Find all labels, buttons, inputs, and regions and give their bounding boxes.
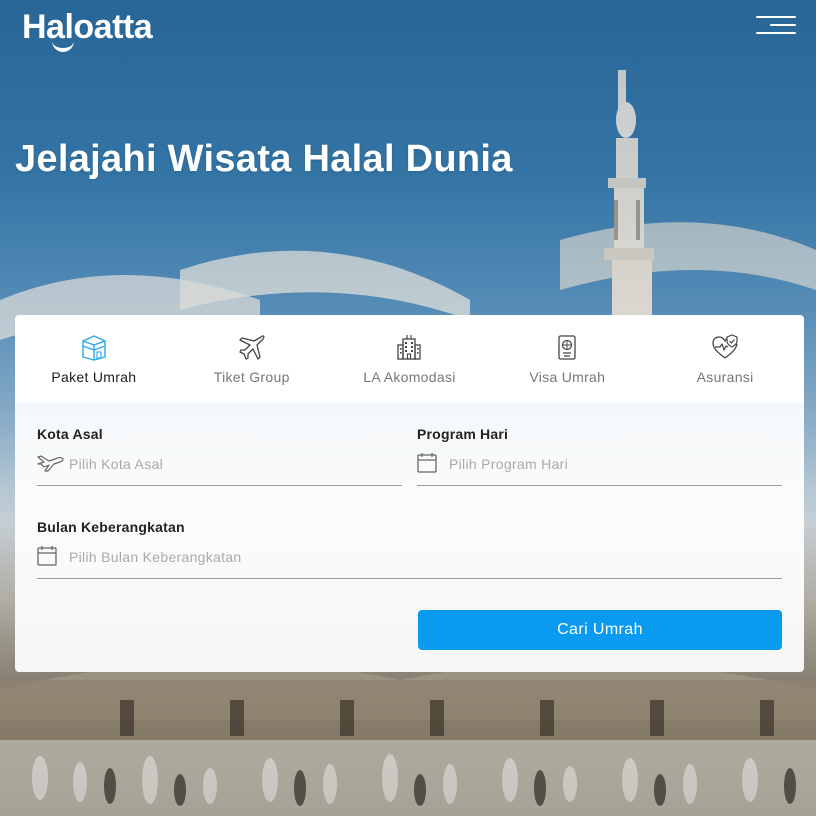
tab-la-akomodasi[interactable]: LA Akomodasi <box>331 315 489 403</box>
month-row <box>37 541 782 579</box>
tab-label: LA Akomodasi <box>363 369 456 385</box>
month-input[interactable] <box>67 545 782 569</box>
service-tabs: Paket Umrah Tiket Group LA Akomodasi Vis… <box>15 315 804 403</box>
brand-logo-text: Haloatta <box>22 8 153 46</box>
airplane-icon <box>239 335 265 360</box>
origin-input[interactable] <box>67 452 402 476</box>
origin-field: Kota Asal <box>37 426 402 486</box>
calendar-icon <box>417 453 437 473</box>
logo-smile-mark <box>52 38 74 52</box>
origin-label: Kota Asal <box>37 426 103 442</box>
hamburger-menu-button[interactable] <box>752 12 798 40</box>
tab-visa-umrah[interactable]: Visa Umrah <box>488 315 646 403</box>
search-umrah-button[interactable]: Cari Umrah <box>418 610 782 650</box>
passport-icon <box>558 335 576 360</box>
hamburger-line <box>756 32 796 34</box>
month-label: Bulan Keberangkatan <box>37 519 185 535</box>
hotel-building-icon <box>397 335 422 360</box>
origin-row <box>37 448 402 486</box>
program-input[interactable] <box>447 452 782 476</box>
brand-logo[interactable]: Haloatta <box>22 8 153 52</box>
hamburger-line <box>770 24 796 26</box>
hero-title: Jelajahi Wisata Halal Dunia <box>15 138 513 180</box>
tab-paket-umrah[interactable]: Paket Umrah <box>15 315 173 403</box>
kaaba-icon <box>82 335 106 361</box>
search-card: Paket Umrah Tiket Group LA Akomodasi Vis… <box>15 315 804 672</box>
program-label: Program Hari <box>417 426 509 442</box>
tab-label: Visa Umrah <box>529 369 606 385</box>
tab-label: Tiket Group <box>213 369 290 385</box>
tab-label: Paket Umrah <box>51 369 137 385</box>
airplane-icon <box>37 455 64 472</box>
hamburger-menu-icon <box>756 16 796 18</box>
program-row <box>417 448 782 486</box>
tab-tiket-group[interactable]: Tiket Group <box>173 315 331 403</box>
health-shield-icon <box>712 334 738 359</box>
umrah-search-form: Kota Asal Program Hari <box>15 403 804 672</box>
program-field: Program Hari <box>417 426 782 486</box>
tab-asuransi[interactable]: Asuransi <box>646 315 804 403</box>
month-field: Bulan Keberangkatan <box>37 519 782 579</box>
tab-label: Asuransi <box>696 369 754 385</box>
calendar-icon <box>37 546 57 566</box>
